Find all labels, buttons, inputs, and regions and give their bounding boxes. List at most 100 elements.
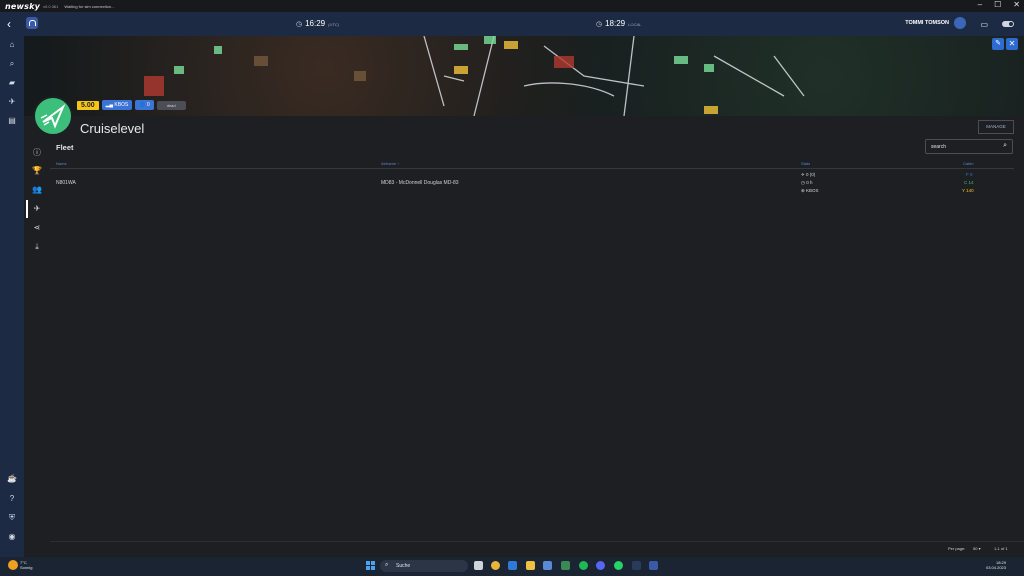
app-logo-icon[interactable] xyxy=(26,17,38,29)
close-window-icon[interactable]: ✕ xyxy=(1013,0,1020,9)
search-icon[interactable]: ⌕ xyxy=(5,59,19,71)
chat-icon[interactable]: ▭ xyxy=(980,20,988,29)
trophy-icon[interactable]: 🏆 xyxy=(30,166,44,178)
active-indicator xyxy=(26,200,28,218)
task-view-icon[interactable] xyxy=(474,561,483,570)
col-header-stats[interactable]: Stats xyxy=(801,161,810,166)
local-label: LOCAL xyxy=(628,22,642,27)
row-stat-flights: ✈ 0 (0) xyxy=(801,172,815,178)
row-airframe: MD83 - McDonnell Douglas MD-83 xyxy=(381,180,459,186)
info-icon[interactable]: ⓘ xyxy=(30,147,44,159)
clock-icon: ◷ xyxy=(596,21,603,28)
whatsapp-icon[interactable] xyxy=(614,561,623,570)
home-icon[interactable]: ⌂ xyxy=(5,40,19,52)
stat-hours-value: 0 h xyxy=(806,180,813,185)
coffee-icon[interactable]: ☕ xyxy=(5,474,19,486)
takeoff-icon: ✈ xyxy=(801,172,805,177)
utc-time: 16:29 xyxy=(305,19,326,28)
section-title: Fleet xyxy=(56,143,74,152)
theme-toggle[interactable] xyxy=(1002,21,1014,27)
col-header-airframe[interactable]: Airframe ↑ xyxy=(381,161,399,166)
status-badge: dead xyxy=(156,100,186,110)
members-icon[interactable]: 👥 xyxy=(30,185,44,197)
arrivals-icon[interactable]: ⤓ xyxy=(30,242,44,254)
edit-pencil-icon[interactable]: ✎ xyxy=(992,38,1004,50)
help-icon[interactable]: ? xyxy=(5,494,19,506)
table-header-divider xyxy=(50,168,1014,169)
clock-icon: ◷ xyxy=(801,180,805,185)
discord-icon[interactable]: ◉ xyxy=(5,532,19,544)
fleet-plane-icon[interactable]: ✈ xyxy=(30,204,44,216)
table-footer: Per page: 50 ▾ 1-1 of 1 xyxy=(50,541,1024,555)
search-icon: ⌕ xyxy=(385,562,389,568)
user-name[interactable]: TOMMI TOMSON xyxy=(905,20,949,26)
members-badge: 👤 0 xyxy=(135,100,154,110)
close-icon[interactable]: ✕ xyxy=(1006,38,1018,50)
windows-start-icon[interactable] xyxy=(366,561,375,570)
per-page-select[interactable]: 50 ▾ xyxy=(973,546,981,551)
col-header-name[interactable]: Name xyxy=(56,161,67,166)
landing-icon[interactable]: ✈ xyxy=(5,97,19,109)
taskbar-search[interactable]: ⌕ Suche xyxy=(380,560,468,572)
app-version: v0.0.361 xyxy=(43,3,59,9)
score-badge: 5.00 xyxy=(77,100,99,110)
per-page-value: 50 xyxy=(973,546,978,551)
weather-widget[interactable]: 7°C Sonnig xyxy=(20,560,32,570)
members-badge-label: 0 xyxy=(146,102,150,108)
map-icon[interactable]: ▤ xyxy=(5,116,19,128)
cabin-first: F 0 xyxy=(966,172,973,177)
logbook-icon[interactable]: ▰ xyxy=(5,78,19,90)
cabin-business: C 14 xyxy=(964,180,974,185)
app-brand: newsky xyxy=(5,1,41,11)
newsky-taskbar-icon[interactable] xyxy=(649,561,658,570)
base-badge: ▂▄ KBOS xyxy=(101,100,133,110)
cabin-economy: Y 140 xyxy=(962,188,974,193)
share-icon[interactable]: ⋖ xyxy=(30,223,44,235)
utc-label: (UTC) xyxy=(328,22,340,27)
row-name[interactable]: N801WA xyxy=(56,180,76,186)
org-name: Cruiselevel xyxy=(80,121,145,136)
main-sidebar: ⌂ ⌕ ▰ ✈ ▤ ☕ ? ⛨ ◉ xyxy=(0,36,24,557)
org-sidebar: ⓘ 🏆 👥 ✈ ⋖ ⤓ xyxy=(24,116,50,557)
row-stat-hours: ◷ 0 h xyxy=(801,180,812,186)
system-clock[interactable]: 18:29 03.04.2023 xyxy=(986,560,1006,570)
base-badge-label: KBOS xyxy=(114,102,129,108)
weather-desc: Sonnig xyxy=(20,565,33,570)
top-bar: ‹ ◷ 16:29 (UTC) ◷ 18:29 LOCAL TOMMI TOMS… xyxy=(0,12,1024,36)
app-icon[interactable] xyxy=(561,561,570,570)
local-time: 18:29 xyxy=(605,19,626,28)
chrome-icon[interactable] xyxy=(491,561,500,570)
minimize-icon[interactable]: – xyxy=(978,0,982,9)
sort-arrow-icon: ↑ xyxy=(397,161,400,166)
search-input[interactable]: search ⌕ xyxy=(925,139,1013,154)
back-arrow-icon[interactable]: ‹ xyxy=(7,17,11,31)
weather-sun-icon[interactable] xyxy=(8,560,18,570)
org-badges: 5.00 ▂▄ KBOS 👤 0 dead xyxy=(77,100,186,110)
store-icon[interactable] xyxy=(543,561,552,570)
location-icon: ⊕ xyxy=(801,188,805,193)
user-avatar-icon[interactable] xyxy=(954,17,966,29)
sim-status: Waiting for sim connection... xyxy=(64,3,115,9)
search-placeholder: search xyxy=(931,144,947,150)
clock-icon: ◷ xyxy=(296,21,303,28)
col-header-cabin[interactable]: Cabin xyxy=(963,161,973,166)
system-date: 03.04.2023 xyxy=(985,565,1006,570)
explorer-icon[interactable] xyxy=(526,561,535,570)
utc-clock: ◷ 16:29 (UTC) xyxy=(296,19,339,28)
col-header-airframe-label: Airframe xyxy=(381,161,397,166)
page-range: 1-1 of 1 xyxy=(994,546,1008,551)
discord-icon[interactable] xyxy=(596,561,605,570)
stat-flights-value: 0 (0) xyxy=(806,172,816,177)
spotify-icon[interactable] xyxy=(579,561,588,570)
os-taskbar: 7°C Sonnig ⌕ Suche 18:29 03.04.2023 xyxy=(0,557,1024,576)
manage-button[interactable]: MANAGE xyxy=(978,120,1014,134)
per-page-label: Per page: xyxy=(948,546,966,551)
window-titlebar: newsky v0.0.361 Waiting for sim connecti… xyxy=(0,0,1024,12)
maximize-icon[interactable]: ☐ xyxy=(994,0,1001,9)
taskbar-search-label: Suche xyxy=(396,563,411,569)
shield-icon[interactable]: ⛨ xyxy=(5,513,19,525)
paper-plane-icon xyxy=(40,103,66,129)
terminal-icon[interactable] xyxy=(632,561,641,570)
outlook-icon[interactable] xyxy=(508,561,517,570)
search-icon[interactable]: ⌕ xyxy=(1003,142,1007,150)
